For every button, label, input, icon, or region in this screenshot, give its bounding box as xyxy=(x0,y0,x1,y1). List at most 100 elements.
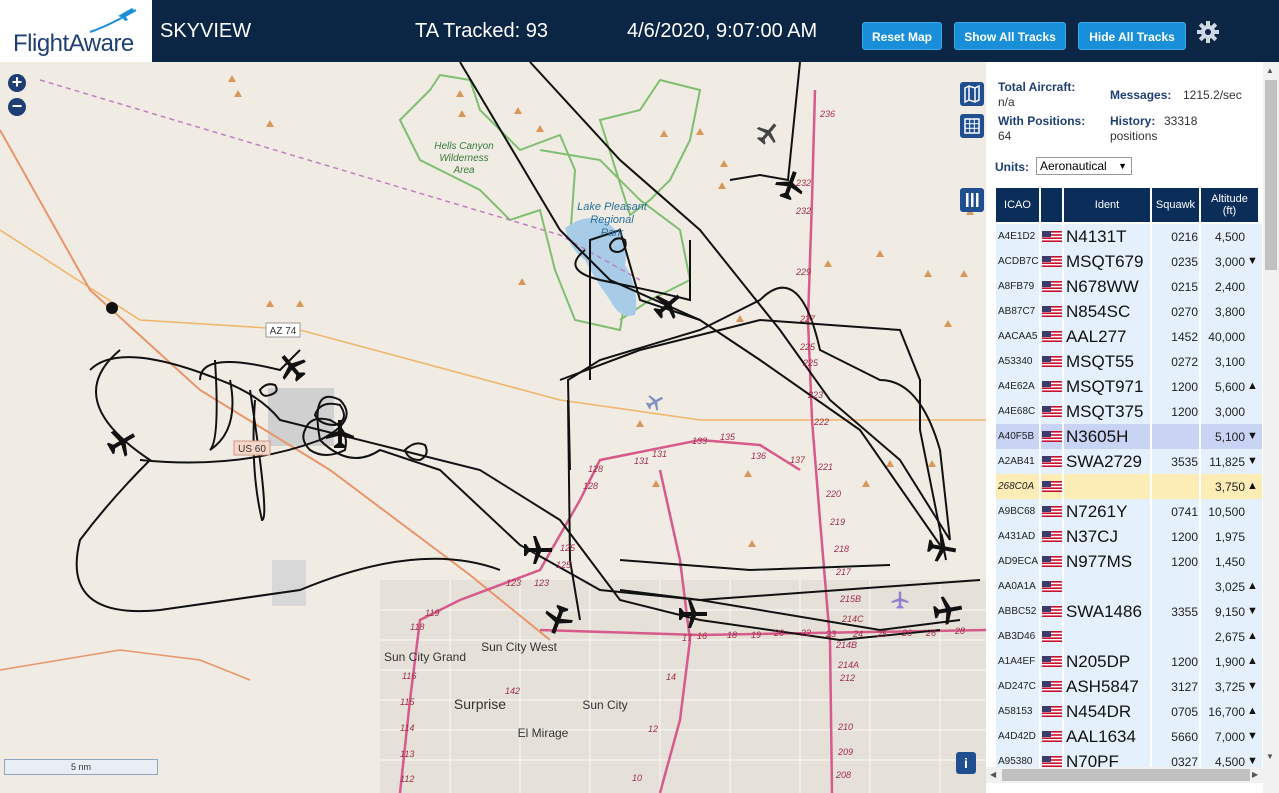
scroll-down-icon[interactable]: ▼ xyxy=(1266,752,1274,761)
zoom-in-button[interactable]: + xyxy=(8,73,26,92)
table-row[interactable]: A58153 N454DR 0705 16,700 ▲ xyxy=(996,699,1262,724)
svg-text:218: 218 xyxy=(833,544,849,554)
column-separator xyxy=(1039,474,1041,499)
table-row[interactable]: A2AB41 SWA2729 3535 11,825 ▼ xyxy=(996,449,1262,474)
units-select[interactable]: Aeronautical ▼ xyxy=(1036,157,1132,175)
column-separator xyxy=(1062,599,1064,624)
row-ident: N678WW xyxy=(1066,277,1139,296)
row-icao: A2AB41 xyxy=(998,456,1035,467)
row-icao: A95380 xyxy=(998,756,1033,767)
svg-text:135: 135 xyxy=(720,432,736,442)
svg-text:215B: 215B xyxy=(839,594,861,604)
table-row[interactable]: A4E1D2 N4131T 0216 4,500 xyxy=(996,224,1262,249)
map-canvas[interactable]: Hells Canyon Wilderness Area Lake Pleasa… xyxy=(0,62,986,793)
row-squawk: 3535 xyxy=(1171,455,1198,469)
table-row[interactable]: 268C0A 3,750 ▲ xyxy=(996,474,1262,499)
column-separator xyxy=(1039,724,1041,749)
column-separator xyxy=(1062,524,1064,549)
table-row[interactable]: A9BC68 N7261Y 0741 10,500 xyxy=(996,499,1262,524)
column-separator xyxy=(1150,699,1152,724)
column-separator xyxy=(1039,349,1041,374)
col-header-icao[interactable]: ICAO xyxy=(996,188,1039,222)
total-aircraft-value: n/a xyxy=(998,95,1015,109)
map-layers-button[interactable] xyxy=(960,82,984,106)
svg-text:220: 220 xyxy=(825,489,841,499)
column-separator xyxy=(1199,474,1201,499)
row-altitude: 1,975 xyxy=(1214,530,1245,544)
row-altitude-trend: ▲ xyxy=(1247,705,1258,717)
scroll-left-icon[interactable]: ◀ xyxy=(990,770,996,779)
table-row[interactable]: AB3D46 2,675 ▲ xyxy=(996,624,1262,649)
table-row[interactable]: A431AD N37CJ 1200 1,975 xyxy=(996,524,1262,549)
svg-text:133: 133 xyxy=(692,436,707,446)
column-separator xyxy=(1199,224,1201,249)
us-flag-icon xyxy=(1042,456,1062,467)
row-altitude: 16,700 xyxy=(1208,705,1245,719)
reset-map-button[interactable]: Reset Map xyxy=(862,22,942,50)
svg-text:12: 12 xyxy=(648,724,658,734)
row-ident: N454DR xyxy=(1066,702,1132,721)
table-row[interactable]: A1A4EF N205DP 1200 1,900 ▲ xyxy=(996,649,1262,674)
svg-text:16: 16 xyxy=(697,631,707,641)
show-all-tracks-button[interactable]: Show All Tracks xyxy=(954,22,1066,50)
column-separator xyxy=(1199,599,1201,624)
hide-all-tracks-button[interactable]: Hide All Tracks xyxy=(1078,22,1186,50)
horizontal-scroll-thumb[interactable] xyxy=(1002,769,1250,781)
column-separator xyxy=(1150,424,1152,449)
svg-text:119: 119 xyxy=(425,608,439,618)
map-view[interactable]: Hells Canyon Wilderness Area Lake Pleasa… xyxy=(0,62,986,793)
table-row[interactable]: A53340 MSQT55 0272 3,100 xyxy=(996,349,1262,374)
table-row[interactable]: A4E68C MSQT375 1200 3,000 xyxy=(996,399,1262,424)
table-row[interactable]: AD9ECA N977MS 1200 1,450 xyxy=(996,549,1262,574)
scroll-up-icon[interactable]: ▲ xyxy=(1266,66,1274,75)
us-flag-icon xyxy=(1042,506,1062,517)
vertical-scrollbar[interactable]: ▲ ▼ xyxy=(1263,62,1279,793)
label-lake-pleasant-3: Park xyxy=(601,227,624,239)
columns-toggle-button[interactable] xyxy=(960,188,984,212)
row-altitude-trend: ▼ xyxy=(1247,255,1258,267)
column-separator xyxy=(1062,324,1064,349)
vertical-scroll-thumb[interactable] xyxy=(1265,80,1277,270)
us-flag-icon xyxy=(1042,756,1062,767)
row-squawk: 0235 xyxy=(1171,255,1198,269)
table-row[interactable]: ABBC52 SWA1486 3355 9,150 ▼ xyxy=(996,599,1262,624)
col-header-flag[interactable] xyxy=(1041,188,1062,222)
column-separator xyxy=(1199,724,1201,749)
zoom-out-button[interactable]: − xyxy=(8,97,26,116)
col-header-squawk[interactable]: Squawk xyxy=(1152,188,1199,222)
row-ident: AAL277 xyxy=(1066,327,1127,346)
column-separator xyxy=(1062,399,1064,424)
row-icao: ACDB7C xyxy=(998,256,1039,267)
info-button[interactable]: i xyxy=(956,752,976,774)
table-row[interactable]: A40F5B N3605H 5,100 ▼ xyxy=(996,424,1262,449)
row-altitude: 3,800 xyxy=(1214,305,1245,319)
table-row[interactable]: A8FB79 N678WW 0215 2,400 xyxy=(996,274,1262,299)
svg-text:123: 123 xyxy=(534,578,549,588)
svg-text:221: 221 xyxy=(817,462,833,472)
column-separator xyxy=(1062,649,1064,674)
us-flag-icon xyxy=(1042,681,1062,692)
row-icao: A431AD xyxy=(998,531,1036,542)
column-separator xyxy=(1199,374,1201,399)
table-row[interactable]: A4D42D AAL1634 5660 7,000 ▼ xyxy=(996,724,1262,749)
table-row[interactable]: ACDB7C MSQT679 0235 3,000 ▼ xyxy=(996,249,1262,274)
flightaware-logo[interactable]: FlightAware xyxy=(0,0,154,62)
column-separator xyxy=(1150,374,1152,399)
column-separator xyxy=(1039,499,1041,524)
table-row[interactable]: AB87C7 N854SC 0270 3,800 xyxy=(996,299,1262,324)
svg-text:209: 209 xyxy=(837,747,853,757)
horizontal-scrollbar[interactable]: ◀ ▶ xyxy=(986,767,1263,783)
table-row[interactable]: AACAA5 AAL277 1452 40,000 xyxy=(996,324,1262,349)
grid-view-button[interactable] xyxy=(960,114,984,138)
row-ident: N977MS xyxy=(1066,552,1133,571)
col-header-ident[interactable]: Ident xyxy=(1064,188,1150,222)
gear-icon[interactable] xyxy=(1196,20,1220,44)
svg-text:118: 118 xyxy=(410,622,424,632)
scroll-right-icon[interactable]: ▶ xyxy=(1252,770,1258,779)
table-row[interactable]: AA0A1A 3,025 ▲ xyxy=(996,574,1262,599)
table-row[interactable]: AD247C ASH5847 3127 3,725 ▼ xyxy=(996,674,1262,699)
col-header-altitude[interactable]: Altitude (ft) xyxy=(1201,188,1258,222)
table-row[interactable]: A4E62A MSQT971 1200 5,600 ▲ xyxy=(996,374,1262,399)
column-separator xyxy=(1062,374,1064,399)
column-separator xyxy=(1039,674,1041,699)
